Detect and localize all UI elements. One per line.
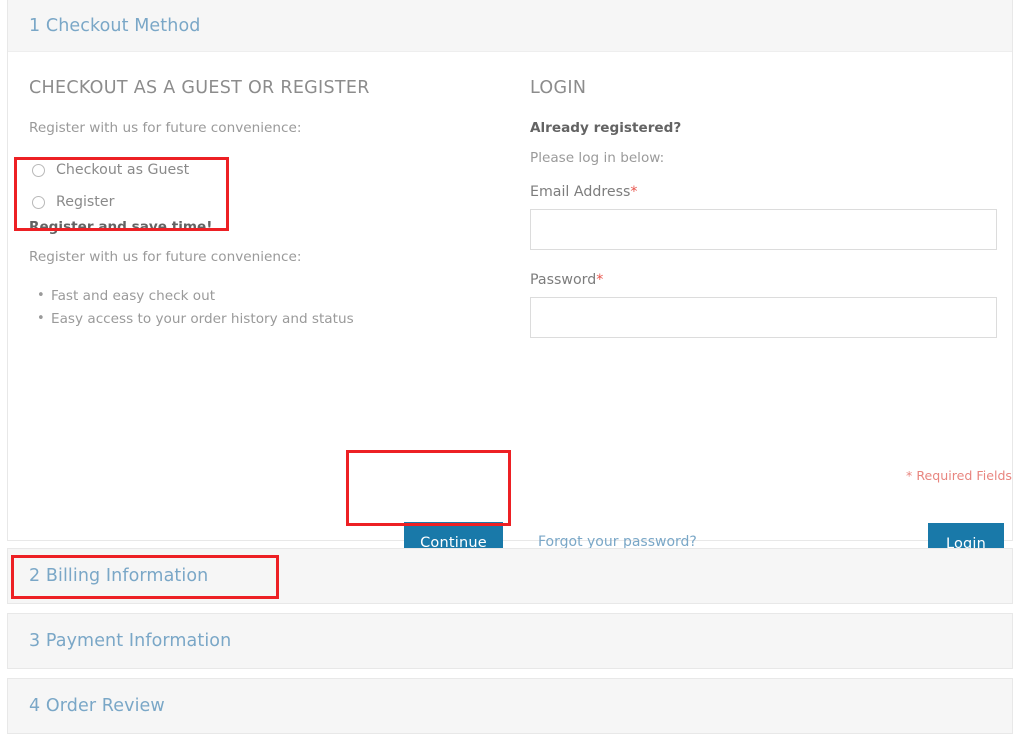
step-checkout-method-body: CHECKOUT AS A GUEST OR REGISTER Register… xyxy=(8,52,1012,565)
step-billing-information-header[interactable]: 2 Billing Information xyxy=(8,549,1012,603)
checkout-method-radio-group: Checkout as Guest Register xyxy=(29,154,499,218)
please-log-in-text: Please log in below: xyxy=(530,150,665,167)
radio-option-register[interactable]: Register xyxy=(29,186,499,218)
radio-icon[interactable] xyxy=(32,163,45,177)
register-intro: Register with us for future convenience: xyxy=(29,249,302,266)
email-field-block: Email Address* xyxy=(530,184,998,251)
register-save-time-headline: Register and save time! xyxy=(29,219,213,236)
register-benefits-list: Fast and easy check out Easy access to y… xyxy=(29,285,499,330)
login-column: LOGIN Already registered? Please log in … xyxy=(530,78,998,339)
step-payment-information-title: 3 Payment Information xyxy=(29,631,232,651)
email-field-label: Email Address* xyxy=(530,184,998,201)
step-order-review-header[interactable]: 4 Order Review xyxy=(8,679,1012,733)
checkout-page: 1 Checkout Method CHECKOUT AS A GUEST OR… xyxy=(0,0,1023,736)
email-label-text: Email Address xyxy=(530,184,631,201)
step-checkout-method-title: 1 Checkout Method xyxy=(29,15,201,36)
guest-register-heading: CHECKOUT AS A GUEST OR REGISTER xyxy=(29,78,370,98)
email-field[interactable] xyxy=(530,209,997,251)
radio-option-checkout-as-guest[interactable]: Checkout as Guest xyxy=(29,154,499,186)
radio-option-label: Checkout as Guest xyxy=(56,162,190,179)
login-heading: LOGIN xyxy=(530,78,587,98)
step-billing-information: 2 Billing Information xyxy=(7,548,1013,604)
password-field-block: Password* xyxy=(530,272,998,339)
guest-register-intro: Register with us for future convenience: xyxy=(29,120,302,136)
password-label-text: Password xyxy=(530,272,597,289)
step-order-review-title: 4 Order Review xyxy=(29,696,165,716)
step-checkout-method-header[interactable]: 1 Checkout Method xyxy=(8,0,1012,52)
radio-icon[interactable] xyxy=(32,195,45,209)
step-payment-information: 3 Payment Information xyxy=(7,613,1013,669)
already-registered-text: Already registered? xyxy=(530,120,682,136)
password-field-label: Password* xyxy=(530,272,998,289)
required-asterisk-icon: * xyxy=(596,272,604,289)
step-checkout-method: 1 Checkout Method CHECKOUT AS A GUEST OR… xyxy=(7,0,1013,565)
radio-option-label: Register xyxy=(56,194,115,211)
step-order-review: 4 Order Review xyxy=(7,678,1013,734)
list-item: Fast and easy check out xyxy=(37,285,499,307)
password-field[interactable] xyxy=(530,297,997,339)
required-fields-note: * Required Fields xyxy=(906,468,1012,483)
step-billing-information-title: 2 Billing Information xyxy=(29,566,209,586)
list-item: Easy access to your order history and st… xyxy=(37,308,499,330)
step-payment-information-header[interactable]: 3 Payment Information xyxy=(8,614,1012,668)
guest-register-column: CHECKOUT AS A GUEST OR REGISTER Register… xyxy=(29,78,499,330)
required-asterisk-icon: * xyxy=(630,184,638,201)
